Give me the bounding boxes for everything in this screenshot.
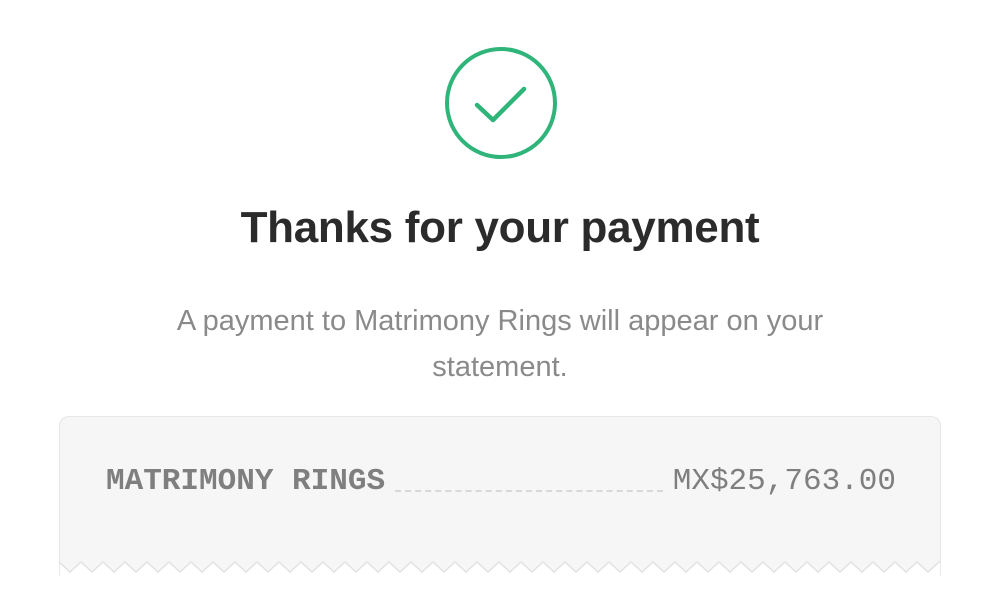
checkmark-circle-icon — [444, 46, 558, 160]
receipt-line-item: MATRIMONY RINGS MX$25,763.00 — [106, 461, 896, 501]
receipt-torn-edge — [59, 560, 941, 576]
payment-confirmation-page: Thanks for your payment A payment to Mat… — [0, 0, 1000, 601]
confirmation-message: A payment to Matrimony Rings will appear… — [176, 305, 824, 383]
receipt-card: MATRIMONY RINGS MX$25,763.00 — [59, 416, 941, 576]
confirmation-title: Thanks for your payment — [240, 203, 760, 252]
dotted-leader — [395, 490, 663, 492]
payment-amount: MX$25,763.00 — [672, 463, 896, 499]
merchant-name: MATRIMONY RINGS — [106, 463, 386, 499]
